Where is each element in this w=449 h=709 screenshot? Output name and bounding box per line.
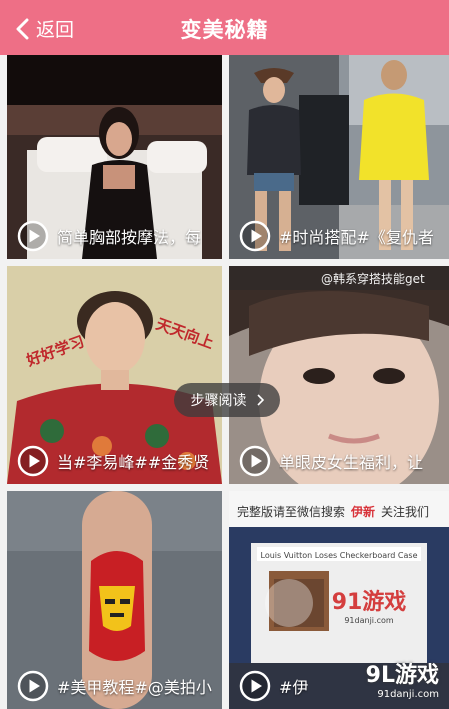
- play-icon[interactable]: [17, 220, 49, 252]
- caption-text: 当#李易峰##金秀贤: [57, 453, 210, 472]
- video-card-3[interactable]: 好好学习 天天向上 当#李易峰##金秀贤: [7, 266, 222, 484]
- step-reading-label: 步骤阅读: [190, 393, 247, 409]
- page-title: 变美秘籍: [180, 18, 269, 42]
- watermark-logo: 9L游戏: [365, 663, 439, 688]
- overlay-sign-text: Louis Vuitton Loses Checkerboard Case: [261, 551, 418, 560]
- caption-text: #伊: [279, 678, 309, 697]
- video-card-5[interactable]: #美甲教程#@美拍小: [7, 491, 222, 709]
- caption-text: 简单胸部按摩法，每: [57, 228, 202, 247]
- overlay-logo-text: 91游戏: [332, 589, 407, 615]
- video-card-4[interactable]: @韩系穿搭技能get 单眼皮女生福利，让: [229, 266, 449, 484]
- watermark-url: 91danji.com: [377, 689, 439, 700]
- video-caption: 简单胸部按摩法，每: [7, 213, 222, 259]
- play-icon[interactable]: [17, 445, 49, 477]
- video-card-1[interactable]: 简单胸部按摩法，每: [7, 55, 222, 259]
- banner-text: 完整版请至微信搜索 伊新 关注我们: [237, 504, 429, 519]
- video-caption: #时尚搭配#《复仇者: [229, 213, 449, 259]
- video-grid: 简单胸部按摩法，每 #时尚搭配#《复仇者 好好学习 天天向上 当#李易峰##金秀…: [0, 55, 449, 709]
- caption-text: 单眼皮女生福利，让: [279, 453, 424, 472]
- video-caption: 当#李易峰##金秀贤: [7, 438, 222, 484]
- chevron-right-icon: [256, 394, 264, 406]
- watermark: 9L游戏 91danji.com: [335, 657, 439, 703]
- step-reading-button[interactable]: 步骤阅读: [174, 383, 280, 417]
- play-icon[interactable]: [17, 670, 49, 702]
- caption-text: #美甲教程#@美拍小: [57, 678, 212, 697]
- video-caption: #美甲教程#@美拍小: [7, 663, 222, 709]
- play-icon[interactable]: [239, 220, 271, 252]
- play-icon[interactable]: [239, 670, 271, 702]
- play-icon[interactable]: [239, 445, 271, 477]
- overlay-url-text: 91danji.com: [344, 616, 394, 625]
- overlay-text-top: @韩系穿搭技能get: [321, 271, 425, 286]
- video-card-2[interactable]: #时尚搭配#《复仇者: [229, 55, 449, 259]
- caption-text: #时尚搭配#《复仇者: [279, 228, 434, 247]
- video-caption: 单眼皮女生福利，让: [229, 438, 449, 484]
- app-header: 返回 变美秘籍: [0, 0, 449, 55]
